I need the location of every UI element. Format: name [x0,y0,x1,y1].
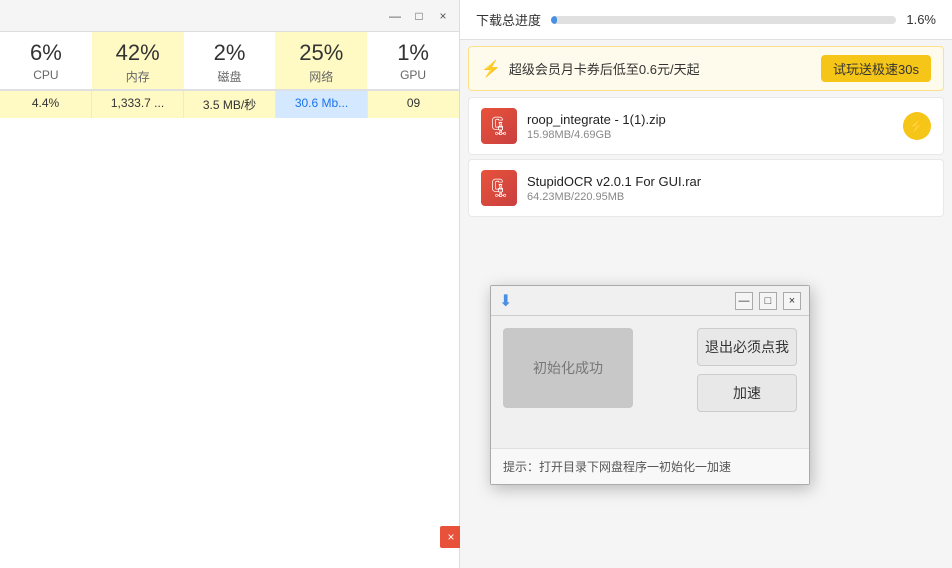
file-icon-1: 🗜 [481,108,517,144]
minimize-button[interactable]: — [387,8,403,24]
disk-column: 2% 磁盘 [184,32,276,89]
task-manager-titlebar: — □ × [0,0,459,32]
cpu-value: 4.4% [0,91,92,118]
gpu-percent: 1% [371,40,455,66]
memory-column: 42% 内存 [92,32,184,89]
close-button[interactable]: × [435,8,451,24]
popup-hint-text: 提示：打开目录下网盘程序一初始化一加速 [503,458,731,475]
download-item-2: 🗜 StupidOCR v2.0.1 For GUI.rar 64.23MB/2… [468,159,944,217]
gpu-value: 09 [368,91,459,118]
promo-button[interactable]: 试玩送极速30s [821,55,931,82]
popup-body: 初始化成功 退出必须点我 加速 [491,316,809,448]
promo-text: 超级会员月卡券后低至0.6元/天起 [509,59,813,78]
popup-titlebar: ⬇ — □ × [491,286,809,316]
cpu-percent: 6% [4,40,88,66]
download-header: 下载总进度 1.6% [460,0,952,40]
maximize-button[interactable]: □ [411,8,427,24]
popup-left: 初始化成功 [503,328,685,436]
gpu-column: 1% GPU [367,32,459,89]
progress-bar-fill [551,16,557,24]
popup-footer: 提示：打开目录下网盘程序一初始化一加速 [491,448,809,484]
popup-minimize-button[interactable]: — [735,292,753,310]
popup-icon: ⬇ [499,291,512,311]
gpu-label: GPU [371,68,455,82]
file-icon-2: 🗜 [481,170,517,206]
network-column: 25% 网络 [275,32,367,89]
download-item-1: 🗜 roop_integrate - 1(1).zip 15.98MB/4.69… [468,97,944,155]
file-name-1: roop_integrate - 1(1).zip [527,112,893,127]
task-manager: — □ × 6% CPU 42% 内存 2% 磁盘 25% 网络 1% GPU [0,0,460,568]
cpu-label: CPU [4,68,88,82]
close-taskmanager-icon[interactable]: × [440,526,462,548]
popup-right: 退出必须点我 加速 [697,328,797,436]
network-percent: 25% [279,40,363,66]
file-size-2: 64.23MB/220.95MB [527,191,931,203]
file-name-2: StupidOCR v2.0.1 For GUI.rar [527,174,931,189]
memory-value: 1,333.7 ... [92,91,184,118]
download-title: 下载总进度 [476,10,541,29]
speed-button[interactable]: 加速 [697,374,797,412]
memory-label: 内存 [96,68,180,85]
disk-value: 3.5 MB/秒 [184,91,276,118]
popup-controls: — □ × [735,292,801,310]
file-info-2: StupidOCR v2.0.1 For GUI.rar 64.23MB/220… [527,174,931,203]
network-value: 30.6 Mb... [276,91,368,118]
init-success-label: 初始化成功 [533,358,603,378]
download-progress-bar [551,16,896,24]
popup-maximize-button[interactable]: □ [759,292,777,310]
quit-button[interactable]: 退出必须点我 [697,328,797,366]
file-info-1: roop_integrate - 1(1).zip 15.98MB/4.69GB [527,112,893,141]
popup-close-button[interactable]: × [783,292,801,310]
network-label: 网络 [279,68,363,85]
disk-percent: 2% [188,40,272,66]
lightning-action-icon: ⚡ [908,118,925,135]
promo-banner: ⚡ 超级会员月卡券后低至0.6元/天起 试玩送极速30s [468,46,944,91]
disk-label: 磁盘 [188,68,272,85]
popup-dialog: ⬇ — □ × 初始化成功 退出必须点我 加速 提示：打开目录下网盘程序一初始化… [490,285,810,485]
init-success-box: 初始化成功 [503,328,633,408]
item-action-1[interactable]: ⚡ [903,112,931,140]
cpu-column: 6% CPU [0,32,92,89]
progress-percent: 1.6% [906,12,936,27]
stats-header: 6% CPU 42% 内存 2% 磁盘 25% 网络 1% GPU [0,32,459,91]
memory-percent: 42% [96,40,180,66]
lightning-icon: ⚡ [481,59,501,79]
stats-values-row: 4.4% 1,333.7 ... 3.5 MB/秒 30.6 Mb... 09 [0,91,459,118]
file-size-1: 15.98MB/4.69GB [527,129,893,141]
